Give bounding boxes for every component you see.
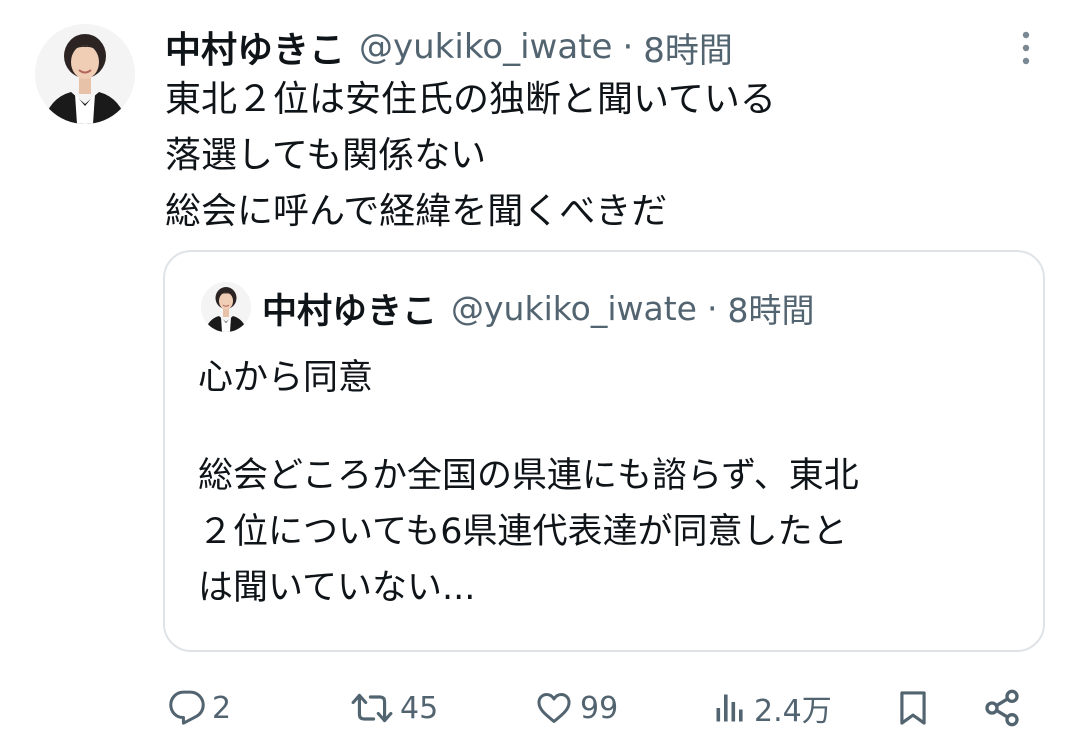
heart-icon: [537, 693, 571, 723]
analytics-icon: [716, 694, 743, 722]
quoted-author-avatar: [201, 282, 251, 332]
share-icon: [985, 689, 1019, 727]
retweet-icon: [351, 693, 393, 723]
tweet-header: 中村ゆきこ @yukiko_iwate · 8時間: [165, 22, 733, 72]
tweet-text: 東北２位は安住氏の独断と聞いている 落選しても関係ない 総会に呼んで経緯を聞くべ…: [165, 72, 776, 240]
author-avatar[interactable]: [35, 24, 135, 124]
quoted-time: 8時間: [727, 291, 815, 330]
views-button[interactable]: 2.4万: [712, 678, 832, 738]
tweet-card: 中村ゆきこ @yukiko_iwate · 8時間 東北２位は安住氏の独断と聞い…: [0, 0, 1080, 746]
quoted-author-name: 中村ゆきこ: [262, 291, 438, 332]
share-button[interactable]: [982, 678, 1022, 738]
retweet-count: 45: [400, 690, 439, 726]
avatar-photo: [35, 24, 135, 124]
quoted-line: 心から同意: [198, 358, 374, 398]
tweet-line: 落選しても関係ない: [165, 135, 487, 176]
reply-button[interactable]: 2: [168, 678, 231, 738]
quoted-tweet[interactable]: 中村ゆきこ @yukiko_iwate · 8時間 心から同意 総会どころか全国…: [163, 250, 1045, 652]
like-count: 99: [580, 690, 619, 726]
quoted-author-handle: @yukiko_iwate: [451, 288, 697, 328]
reply-icon: [169, 690, 205, 725]
bookmark-button[interactable]: [894, 678, 932, 738]
quoted-line: ２位についても6県連代表達が同意したと: [198, 512, 848, 552]
like-button[interactable]: 99: [534, 678, 618, 738]
quoted-line: 総会どころか全国の県連にも諮らず、東北: [198, 456, 859, 496]
separator-dot: ·: [707, 288, 718, 328]
tweet-line: 総会に呼んで経緯を聞くべきだ: [165, 191, 668, 232]
quoted-blank-line: [198, 406, 859, 448]
tweet-line: 東北２位は安住氏の独断と聞いている: [165, 79, 776, 120]
quoted-header: 中村ゆきこ @yukiko_iwate · 8時間: [262, 282, 815, 334]
author-name[interactable]: 中村ゆきこ: [165, 21, 345, 73]
quoted-line: は聞いていない...: [198, 568, 476, 608]
bookmark-icon: [900, 691, 926, 725]
reply-count: 2: [212, 690, 232, 726]
retweet-button[interactable]: 45: [350, 678, 438, 738]
more-options-icon[interactable]: [1013, 30, 1039, 66]
author-handle[interactable]: @yukiko_iwate: [359, 27, 612, 67]
quoted-text: 心から同意 総会どころか全国の県連にも諮らず、東北 ２位についても6県連代表達が…: [198, 350, 859, 616]
separator-dot: ·: [622, 27, 634, 67]
action-bar: 2 45 99 2.4万: [0, 678, 1080, 738]
tweet-time[interactable]: 8時間: [643, 23, 733, 72]
view-count: 2.4万: [754, 694, 832, 729]
avatar-photo: [201, 282, 251, 332]
